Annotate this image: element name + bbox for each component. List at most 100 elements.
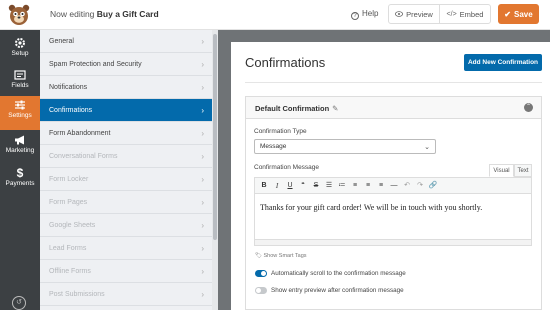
settings-item-form-locker[interactable]: Form Locker › [40,168,212,191]
editor-resize-handle[interactable] [254,240,532,246]
embed-label: Embed [459,9,484,19]
chevron-up-icon[interactable]: ⌃ [524,103,533,112]
bullet-list-icon[interactable]: ☰ [324,181,334,191]
numbered-list-icon[interactable]: ≔ [337,181,347,191]
settings-item-label: Google Sheets [49,221,96,229]
question-icon: ? [351,12,359,20]
show-smart-tags-link[interactable]: 🏷 Show Smart Tags [255,253,307,259]
settings-item-spam-protection[interactable]: Spam Protection and Security › [40,53,212,76]
settings-item-label: Form Pages [49,198,88,206]
confirmation-type-select[interactable]: Message ⌄ [254,139,436,154]
help-button[interactable]: ? Help [351,9,378,20]
gear-icon [15,38,25,48]
editing-prefix: Now editing [50,9,95,19]
preview-button[interactable]: Preview [389,5,439,23]
preview-embed-group: Preview </> Embed [388,4,491,24]
history-icon[interactable]: ↺ [12,296,26,310]
add-new-confirmation-button[interactable]: Add New Confirmation [464,54,542,71]
editor-toolbar: B I U “ S ☰ ≔ ≡ ≡ ≡ — ↶ ↷ 🔗 [255,178,531,194]
tag-icon: 🏷 [255,253,262,259]
pencil-icon[interactable]: ✎ [332,104,338,113]
wpforms-bear-logo [8,4,30,25]
settings-item-label: General [49,37,74,45]
tab-text[interactable]: Text [514,164,532,177]
sidebar-item-marketing[interactable]: Marketing [0,131,40,165]
tab-visual[interactable]: Visual [489,164,514,177]
settings-item-label: Conversational Forms [49,152,118,160]
auto-scroll-label: Automatically scroll to the confirmation… [271,270,406,277]
settings-scrollbar-thumb[interactable] [213,34,217,240]
embed-button[interactable]: </> Embed [439,5,490,23]
sidebar-label-settings: Settings [8,112,32,119]
save-button[interactable]: ✔ Save [498,4,539,24]
fields-icon [14,70,26,80]
settings-item-confirmations[interactable]: Confirmations › [40,99,212,122]
settings-item-label: Spam Protection and Security [49,60,142,68]
chevron-right-icon: › [201,289,204,299]
align-center-icon[interactable]: ≡ [363,181,373,191]
message-editor[interactable]: B I U “ S ☰ ≔ ≡ ≡ ≡ — ↶ ↷ 🔗 Thanks for y… [254,177,532,240]
sidebar-label-setup: Setup [11,50,29,57]
smart-tags-label: Show Smart Tags [263,253,307,259]
title-divider [245,82,542,83]
sidebar-item-setup[interactable]: Setup [0,34,40,68]
sidebar-item-payments[interactable]: $ Payments [0,164,40,198]
chevron-right-icon: › [201,36,204,46]
chevron-right-icon: › [201,220,204,230]
settings-item-form-abandonment[interactable]: Form Abandonment › [40,122,212,145]
settings-item-label: Confirmations [49,106,93,114]
message-text[interactable]: Thanks for your gift card order! We will… [260,203,482,212]
redo-icon[interactable]: ↷ [415,181,425,191]
settings-item-post-submissions[interactable]: Post Submissions › [40,283,212,306]
page-title: Confirmations [245,55,326,70]
top-bar: Now editing Buy a Gift Card ? Help Previe… [0,0,550,30]
settings-item-label: Post Submissions [49,290,105,298]
strikethrough-icon[interactable]: S [311,181,321,191]
chevron-right-icon: › [201,59,204,69]
link-icon[interactable]: 🔗 [428,181,438,191]
code-icon: </> [446,10,457,18]
horizontal-rule-icon[interactable]: — [389,181,399,191]
confirmation-message-label: Confirmation Message [254,164,320,171]
sidebar-item-fields[interactable]: Fields [0,66,40,100]
help-label: Help [362,9,379,18]
confirmation-type-label: Confirmation Type [254,128,307,135]
form-name: Buy a Gift Card [96,9,159,19]
entry-preview-toggle[interactable] [255,287,267,294]
chevron-right-icon: › [201,266,204,276]
chevron-down-icon: ⌄ [424,144,430,151]
settings-item-label: Notifications [49,83,88,91]
toggle-knob [256,288,261,293]
settings-item-google-sheets[interactable]: Google Sheets › [40,214,212,237]
now-editing-title: Now editing Buy a Gift Card [50,9,159,19]
settings-item-label: Form Locker [49,175,89,183]
chevron-right-icon: › [201,151,204,161]
dollar-icon: $ [16,166,24,180]
settings-item-notifications[interactable]: Notifications › [40,76,212,99]
align-left-icon[interactable]: ≡ [350,181,360,191]
italic-icon[interactable]: I [272,181,282,191]
bold-icon[interactable]: B [259,181,269,191]
chevron-right-icon: › [201,174,204,184]
settings-item-general[interactable]: General › [40,30,212,53]
auto-scroll-toggle[interactable] [255,270,267,277]
settings-item-label: Form Abandonment [49,129,111,137]
toggle-knob [261,271,266,276]
sidebar-label-payments: Payments [5,180,35,187]
chevron-right-icon: › [201,243,204,253]
sliders-icon [15,100,25,110]
chevron-right-icon: › [201,128,204,138]
settings-item-conversational-forms[interactable]: Conversational Forms › [40,145,212,168]
settings-item-lead-forms[interactable]: Lead Forms › [40,237,212,260]
sidebar-label-marketing: Marketing [5,147,35,154]
underline-icon[interactable]: U [285,181,295,191]
confirmation-block-header[interactable]: Default Confirmation ✎ ⌃ [246,97,541,119]
builder-sidebar: Setup Fields Settings Marketing $ Paymen… [0,30,40,310]
align-right-icon[interactable]: ≡ [376,181,386,191]
settings-item-form-pages[interactable]: Form Pages › [40,191,212,214]
settings-item-offline-forms[interactable]: Offline Forms › [40,260,212,283]
sidebar-item-settings[interactable]: Settings [0,96,40,130]
undo-icon[interactable]: ↶ [402,181,412,191]
save-label: Save [514,9,533,19]
blockquote-icon[interactable]: “ [298,181,308,191]
